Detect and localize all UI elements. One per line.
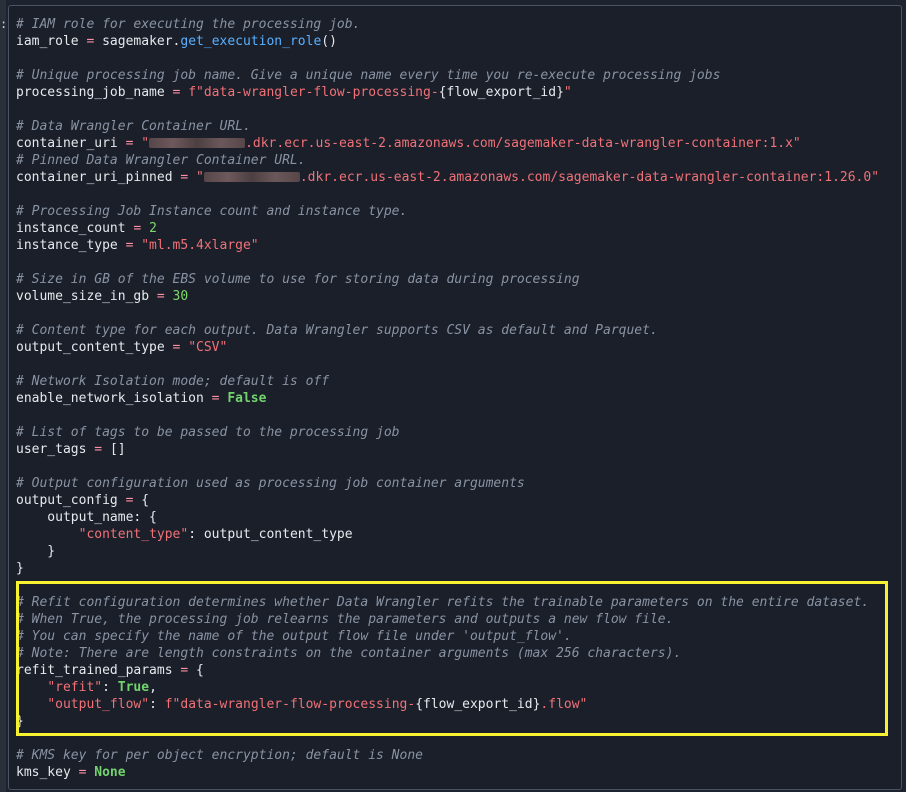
comment-job-name: # Unique processing job name. Give a uni… — [16, 68, 721, 83]
output-content-type-line: output_content_type = "CSV" — [16, 340, 228, 355]
comment-refit-3: # You can specify the name of the output… — [16, 629, 572, 644]
network-isolation-line: enable_network_isolation = False — [16, 391, 267, 406]
user-tags-line: user_tags = [] — [16, 442, 126, 457]
container-uri-line: container_uri = " .dkr.ecr.us-east-2.amaz… — [16, 136, 801, 151]
comment-tags: # List of tags to be passed to the proce… — [16, 425, 400, 440]
kms-key-line: kms_key = None — [16, 765, 126, 780]
refit-entry: "refit": True, — [47, 680, 157, 695]
comment-iam: # IAM role for executing the processing … — [16, 17, 361, 32]
code-block[interactable]: # IAM role for executing the processing … — [16, 16, 879, 781]
inner-close-brace: } — [16, 544, 56, 559]
gutter-marker: : — [0, 17, 8, 31]
comment-refit-1: # Refit configuration determines whether… — [16, 595, 870, 610]
iam-role-line: iam_role = sagemaker.get_execution_role(… — [16, 34, 337, 49]
instance-count-line: instance_count = 2 — [16, 221, 157, 236]
refit-params-line: refit_trained_params = { — [16, 663, 204, 678]
output-flow-entry: "output_flow": f"data-wrangler-flow-proc… — [47, 697, 588, 712]
container-uri-pinned-line: container_uri_pinned = " .dkr.ecr.us-east… — [16, 170, 880, 185]
content-type-entry: "content_type": output_content_type — [78, 527, 353, 542]
refit-close-brace: } — [16, 714, 24, 729]
comment-refit-4: # Note: There are length constraints on … — [16, 646, 682, 661]
processing-job-name-line: processing_job_name = f"data-wrangler-fl… — [16, 85, 572, 100]
comment-instance: # Processing Job Instance count and inst… — [16, 204, 408, 219]
redacted-account-id — [149, 138, 246, 148]
redacted-account-id-pinned — [203, 172, 300, 182]
code-editor[interactable]: # IAM role for executing the processing … — [8, 5, 902, 790]
comment-output-config: # Output configuration used as processin… — [16, 476, 525, 491]
comment-kms: # KMS key for per object encryption; def… — [16, 748, 423, 763]
comment-network: # Network Isolation mode; default is off — [16, 374, 330, 389]
output-config-line: output_config = { — [16, 493, 150, 508]
instance-type-line: instance_type = "ml.m5.4xlarge" — [16, 238, 259, 253]
output-name-line: output_name: { — [16, 510, 157, 525]
volume-size-line: volume_size_in_gb = 30 — [16, 289, 189, 304]
outer-close-brace: } — [16, 561, 24, 576]
cell-gutter: : — [0, 0, 8, 792]
get-execution-role-call: get_execution_role — [180, 34, 322, 49]
comment-pinned: # Pinned Data Wrangler Container URL. — [16, 153, 306, 168]
comment-content-type: # Content type for each output. Data Wra… — [16, 323, 658, 338]
comment-volume: # Size in GB of the EBS volume to use fo… — [16, 272, 580, 287]
comment-refit-2: # When True, the processing job relearns… — [16, 612, 674, 627]
comment-container: # Data Wrangler Container URL. — [16, 119, 251, 134]
